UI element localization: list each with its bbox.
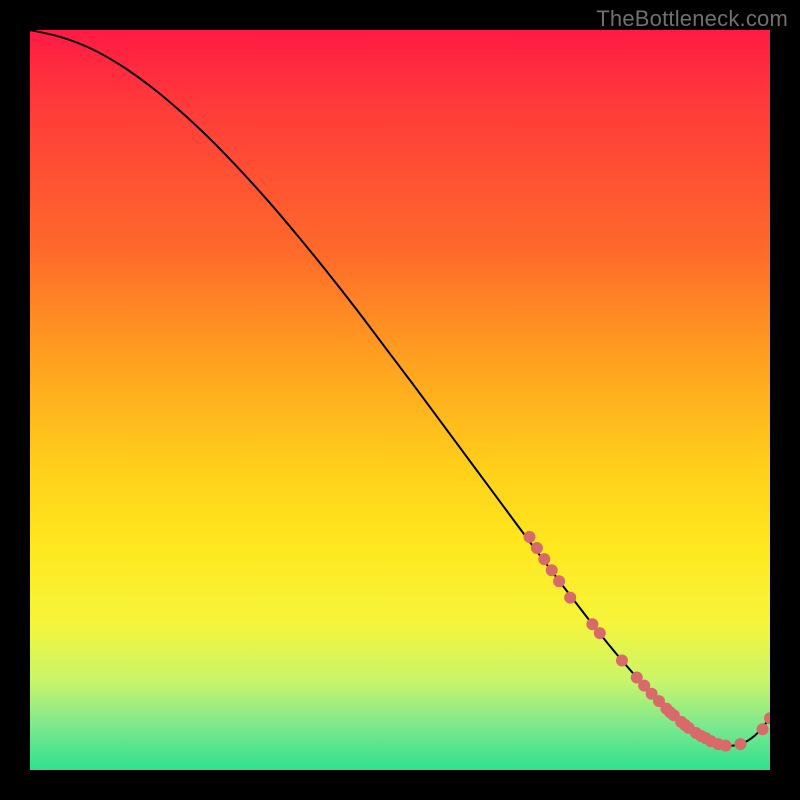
data-marker — [757, 723, 769, 735]
data-marker — [553, 575, 565, 587]
data-markers — [524, 531, 771, 752]
data-marker — [546, 564, 558, 576]
chart-frame: TheBottleneck.com — [0, 0, 800, 800]
data-marker — [616, 654, 628, 666]
chart-svg — [30, 30, 770, 770]
bottleneck-curve — [30, 30, 770, 746]
data-marker — [764, 712, 770, 724]
watermark-label: TheBottleneck.com — [596, 6, 788, 32]
data-marker — [720, 740, 732, 752]
data-marker — [531, 542, 543, 554]
data-marker — [564, 592, 576, 604]
data-marker — [538, 553, 550, 565]
data-marker — [734, 738, 746, 750]
data-marker — [594, 627, 606, 639]
plot-area — [30, 30, 770, 770]
data-marker — [524, 531, 536, 543]
